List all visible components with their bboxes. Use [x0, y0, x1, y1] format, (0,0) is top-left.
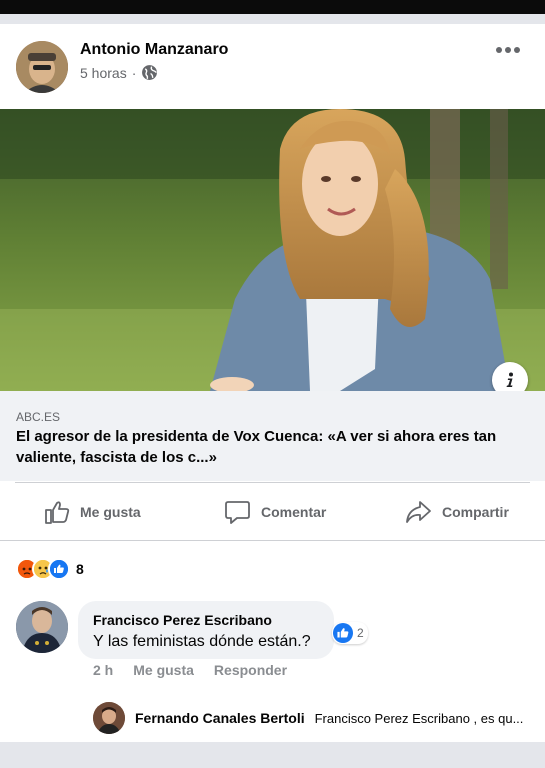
feed-separator	[0, 14, 545, 24]
share-label: Compartir	[442, 504, 509, 520]
link-title: El agresor de la presidenta de Vox Cuenc…	[16, 428, 497, 466]
comment-like-link[interactable]: Me gusta	[133, 662, 194, 678]
link-preview[interactable]: ABC.ES El agresor de la presidenta de Vo…	[0, 391, 545, 481]
comment-like-badge[interactable]: 2	[332, 622, 368, 644]
comment-author[interactable]: Francisco Perez Escribano	[93, 612, 272, 628]
reply-text: Francisco Perez Escribano , es qu...	[314, 710, 524, 726]
author-avatar[interactable]	[16, 41, 68, 93]
globe-icon	[142, 65, 158, 80]
link-domain: ABC.ES	[16, 410, 61, 424]
comment-bubble[interactable]: Francisco Perez Escribano Y las feminist…	[78, 601, 334, 659]
comment-button[interactable]: Comentar	[224, 496, 326, 528]
info-icon	[506, 372, 513, 387]
reply-avatar[interactable]	[93, 702, 125, 734]
share-icon	[406, 501, 431, 523]
post-header: Antonio Manzanaro 5 horas ·	[0, 24, 545, 110]
comment-icon	[225, 501, 250, 524]
thumbs-up-icon	[45, 501, 70, 524]
like-button[interactable]: Me gusta	[44, 496, 141, 528]
divider	[0, 540, 545, 541]
status-bar	[0, 0, 545, 14]
comment-like-count: 2	[357, 626, 364, 640]
share-button[interactable]: Compartir	[405, 496, 509, 528]
like-icon	[48, 558, 70, 580]
post-actions: Me gusta Comentar Compartir	[0, 484, 545, 540]
reply-author[interactable]: Fernando Canales Bertoli	[135, 710, 305, 726]
commenter-avatar[interactable]	[16, 601, 68, 653]
post-time[interactable]: 5 horas	[80, 65, 127, 81]
reply-preview[interactable]: Fernando Canales Bertoli Francisco Perez…	[93, 702, 533, 734]
comment-time: 2 h	[93, 662, 114, 678]
meta-separator: ·	[131, 64, 137, 81]
like-label: Me gusta	[80, 504, 141, 520]
author-name[interactable]: Antonio Manzanaro	[80, 41, 228, 59]
comment-reply-link[interactable]: Responder	[214, 662, 287, 678]
comment-text: Y las feministas dónde están.?	[93, 633, 311, 650]
reaction-summary[interactable]: 8	[16, 557, 84, 581]
like-icon	[333, 623, 353, 643]
comment-meta: 2 h Me gusta Responder	[93, 662, 287, 678]
divider	[15, 482, 530, 483]
more-options-icon[interactable]	[493, 40, 523, 60]
comment-label: Comentar	[261, 504, 327, 520]
feed-separator	[0, 742, 545, 768]
link-preview-image[interactable]	[0, 109, 545, 391]
post-meta: 5 horas ·	[80, 64, 158, 81]
reaction-count: 8	[76, 561, 84, 577]
